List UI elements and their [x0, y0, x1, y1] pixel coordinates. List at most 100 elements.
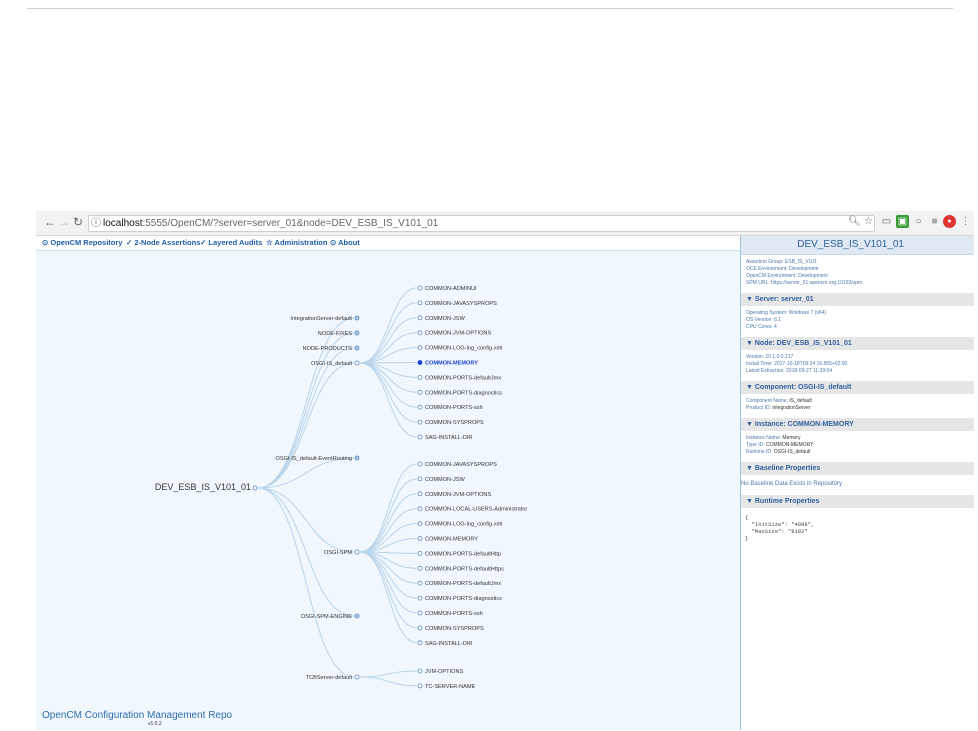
tree-component-node[interactable]: [354, 613, 360, 619]
tree-component-node[interactable]: [354, 315, 360, 321]
tree-leaf-node[interactable]: [417, 404, 423, 410]
tree-leaf-node[interactable]: [417, 625, 423, 631]
tree-leaf-label[interactable]: COMMON-PORTS-defaultJmx: [425, 581, 501, 587]
menu-item-repository[interactable]: ⊙ OpenCM Repository: [42, 236, 122, 250]
tree-component-label[interactable]: OSGI-IS_default: [311, 361, 352, 367]
section-title[interactable]: ▼ Server: server_01: [741, 293, 974, 306]
extension-circle-icon[interactable]: ○: [912, 215, 925, 228]
zoom-icon[interactable]: 🔍︎: [848, 215, 861, 228]
tree-leaf-node[interactable]: [417, 434, 423, 440]
section-title[interactable]: ▼ Instance: COMMON-MEMORY: [741, 418, 974, 431]
section-title[interactable]: ▼ Component: OSGI-IS_default: [741, 381, 974, 394]
tree-leaf-node[interactable]: [417, 491, 423, 497]
tree-leaf-label[interactable]: COMMON-JSW: [425, 477, 465, 483]
tree-component-node[interactable]: [354, 549, 360, 555]
tree-leaf-node[interactable]: [417, 640, 423, 646]
tree-leaf-label[interactable]: COMMON-LOG-log_config.xml: [425, 346, 502, 352]
tree-leaf-label[interactable]: COMMON-MEMORY: [425, 537, 478, 543]
tree-leaf-node[interactable]: [417, 683, 423, 689]
tree-component-node[interactable]: [354, 345, 360, 351]
property-line: Product ID: integrationServer: [746, 405, 974, 412]
tree-leaf-label[interactable]: JVM-OPTIONS: [425, 669, 463, 675]
tree-leaf-label[interactable]: COMMON-JAVASYSPROPS: [425, 462, 497, 468]
tree-leaf-node[interactable]: [417, 565, 423, 571]
baseline-section-title[interactable]: ▼ Baseline Properties: [741, 462, 974, 475]
runtime-properties-json: { "InitSize": "4096", "MaxSize": "8192" …: [745, 514, 815, 542]
tree-leaf-node[interactable]: [417, 580, 423, 586]
reload-icon[interactable]: ↻: [73, 215, 83, 229]
tree-leaf-label[interactable]: COMMON-LOG-log_config.xml: [425, 522, 502, 528]
tree-component-label[interactable]: OSGI-SPM: [324, 550, 352, 556]
node-summary: Assertion Group: ESB_IS_V101 OCE Environm…: [741, 255, 974, 293]
tree-leaf-node[interactable]: [417, 521, 423, 527]
tree-leaf-node[interactable]: [417, 285, 423, 291]
tree-leaf-label[interactable]: COMMON-JAVASYSPROPS: [425, 301, 497, 307]
tree-leaf-label[interactable]: COMMON-MEMORY: [425, 361, 478, 367]
tree-component-node[interactable]: [354, 455, 360, 461]
tree-leaf-label[interactable]: COMMON-PORTS-defaultHttp: [425, 551, 501, 557]
tree-component-label[interactable]: NODE-FIXES: [318, 331, 352, 337]
tree-leaf-label[interactable]: COMMON-JVM-OPTIONS: [425, 331, 491, 337]
tree-leaf-label[interactable]: COMMON-PORTS-diagnostics: [425, 390, 502, 396]
tree-component-node[interactable]: [354, 674, 360, 680]
tree-leaf-node[interactable]: [417, 461, 423, 467]
tree-leaf-node[interactable]: [417, 360, 423, 365]
tree-component-label[interactable]: OSGI-IS_default-EventRouting: [276, 456, 353, 462]
runtime-section-title[interactable]: ▼ Runtime Properties: [741, 495, 974, 508]
tree-leaf-node[interactable]: [417, 419, 423, 425]
tree-leaf-node[interactable]: [417, 506, 423, 512]
tree-leaf-node[interactable]: [417, 536, 423, 541]
tree-component-node[interactable]: [354, 360, 360, 366]
details-sections: ▼ Server: server_01 Operating System: Win…: [741, 293, 974, 462]
tree-component-label[interactable]: TCBServer-default: [306, 675, 353, 681]
forward-arrow-icon[interactable]: →: [58, 215, 70, 229]
tree-leaf-node[interactable]: [417, 550, 423, 556]
info-icon[interactable]: ⓘ: [89, 216, 103, 231]
extension-grey-icon[interactable]: ■: [928, 215, 941, 228]
tree-component-node[interactable]: [354, 330, 360, 336]
tree-component-label[interactable]: OSGI-SPM-ENGINE: [301, 614, 353, 620]
tree-leaf-label[interactable]: COMMON-SYSPROPS: [425, 420, 484, 426]
bookmark-star-icon[interactable]: ☆: [862, 215, 875, 228]
tree-leaf-node[interactable]: [417, 595, 423, 601]
tree-leaf-node[interactable]: [417, 610, 423, 616]
property-value: integrationServer: [771, 405, 811, 411]
cast-icon[interactable]: ▭: [880, 215, 893, 228]
tree-leaf-label[interactable]: COMMON-PORTS-ssh: [425, 611, 483, 617]
tree-leaf-label[interactable]: SAG-INSTALL-DIR: [425, 641, 472, 647]
tree-leaf-label[interactable]: COMMON-ADMINUI: [425, 286, 477, 292]
address-bar[interactable]: ⓘ localhost:5555/OpenCM/?server=server_01…: [88, 215, 875, 232]
tree-component-label[interactable]: NODE-PRODUCTS: [303, 346, 353, 352]
tree-leaf-node[interactable]: [417, 345, 423, 350]
tree-leaf-label[interactable]: COMMON-JSW: [425, 316, 465, 322]
browser-menu-icon[interactable]: ⋮: [959, 215, 972, 228]
tree-link: [257, 487, 355, 678]
tree-leaf-label[interactable]: COMMON-PORTS-defaultJmx: [425, 375, 501, 381]
tree-component-label[interactable]: IntegrationServer-default: [290, 316, 352, 322]
tree-leaf-label[interactable]: COMMON-PORTS-defaultHttps: [425, 566, 504, 572]
tree-leaf-node[interactable]: [417, 476, 423, 482]
menu-item-layered-audits[interactable]: ✓ Layered Audits: [200, 236, 262, 250]
menu-item-administration[interactable]: ☆ Administration: [266, 236, 327, 250]
section-title[interactable]: ▼ Node: DEV_ESB_IS_V101_01: [741, 337, 974, 350]
tree-root-node[interactable]: [252, 485, 258, 491]
tree-leaf-label[interactable]: COMMON-SYSPROPS: [425, 626, 484, 632]
menu-item-about[interactable]: ⊙ About: [330, 236, 360, 250]
tree-leaf-node[interactable]: [417, 315, 423, 321]
tree-leaf-label[interactable]: COMMON-LOCAL-USERS-Administrator: [425, 507, 527, 513]
tree-root-label[interactable]: DEV_ESB_IS_V101_01: [155, 482, 251, 492]
tree-leaf-node[interactable]: [417, 330, 423, 336]
tree-leaf-label[interactable]: COMMON-JVM-OPTIONS: [425, 492, 491, 498]
tree-leaf-label[interactable]: SAG-INSTALL-DIR: [425, 435, 472, 441]
tree-leaf-label[interactable]: TC-SERVER-NAME: [425, 684, 476, 690]
adblock-icon[interactable]: ●: [943, 215, 956, 228]
tree-leaf-label[interactable]: COMMON-PORTS-diagnostics: [425, 596, 502, 602]
menu-item-2node-assertions[interactable]: ✓ 2-Node Assertions: [126, 236, 200, 250]
tree-leaf-node[interactable]: [417, 668, 423, 674]
tree-leaf-node[interactable]: [417, 300, 423, 306]
back-arrow-icon[interactable]: ←: [44, 215, 56, 229]
tree-leaf-node[interactable]: [417, 375, 423, 380]
tree-leaf-label[interactable]: COMMON-PORTS-ssh: [425, 405, 483, 411]
tree-leaf-node[interactable]: [417, 389, 423, 395]
extension-green-icon[interactable]: ▣: [896, 215, 909, 228]
